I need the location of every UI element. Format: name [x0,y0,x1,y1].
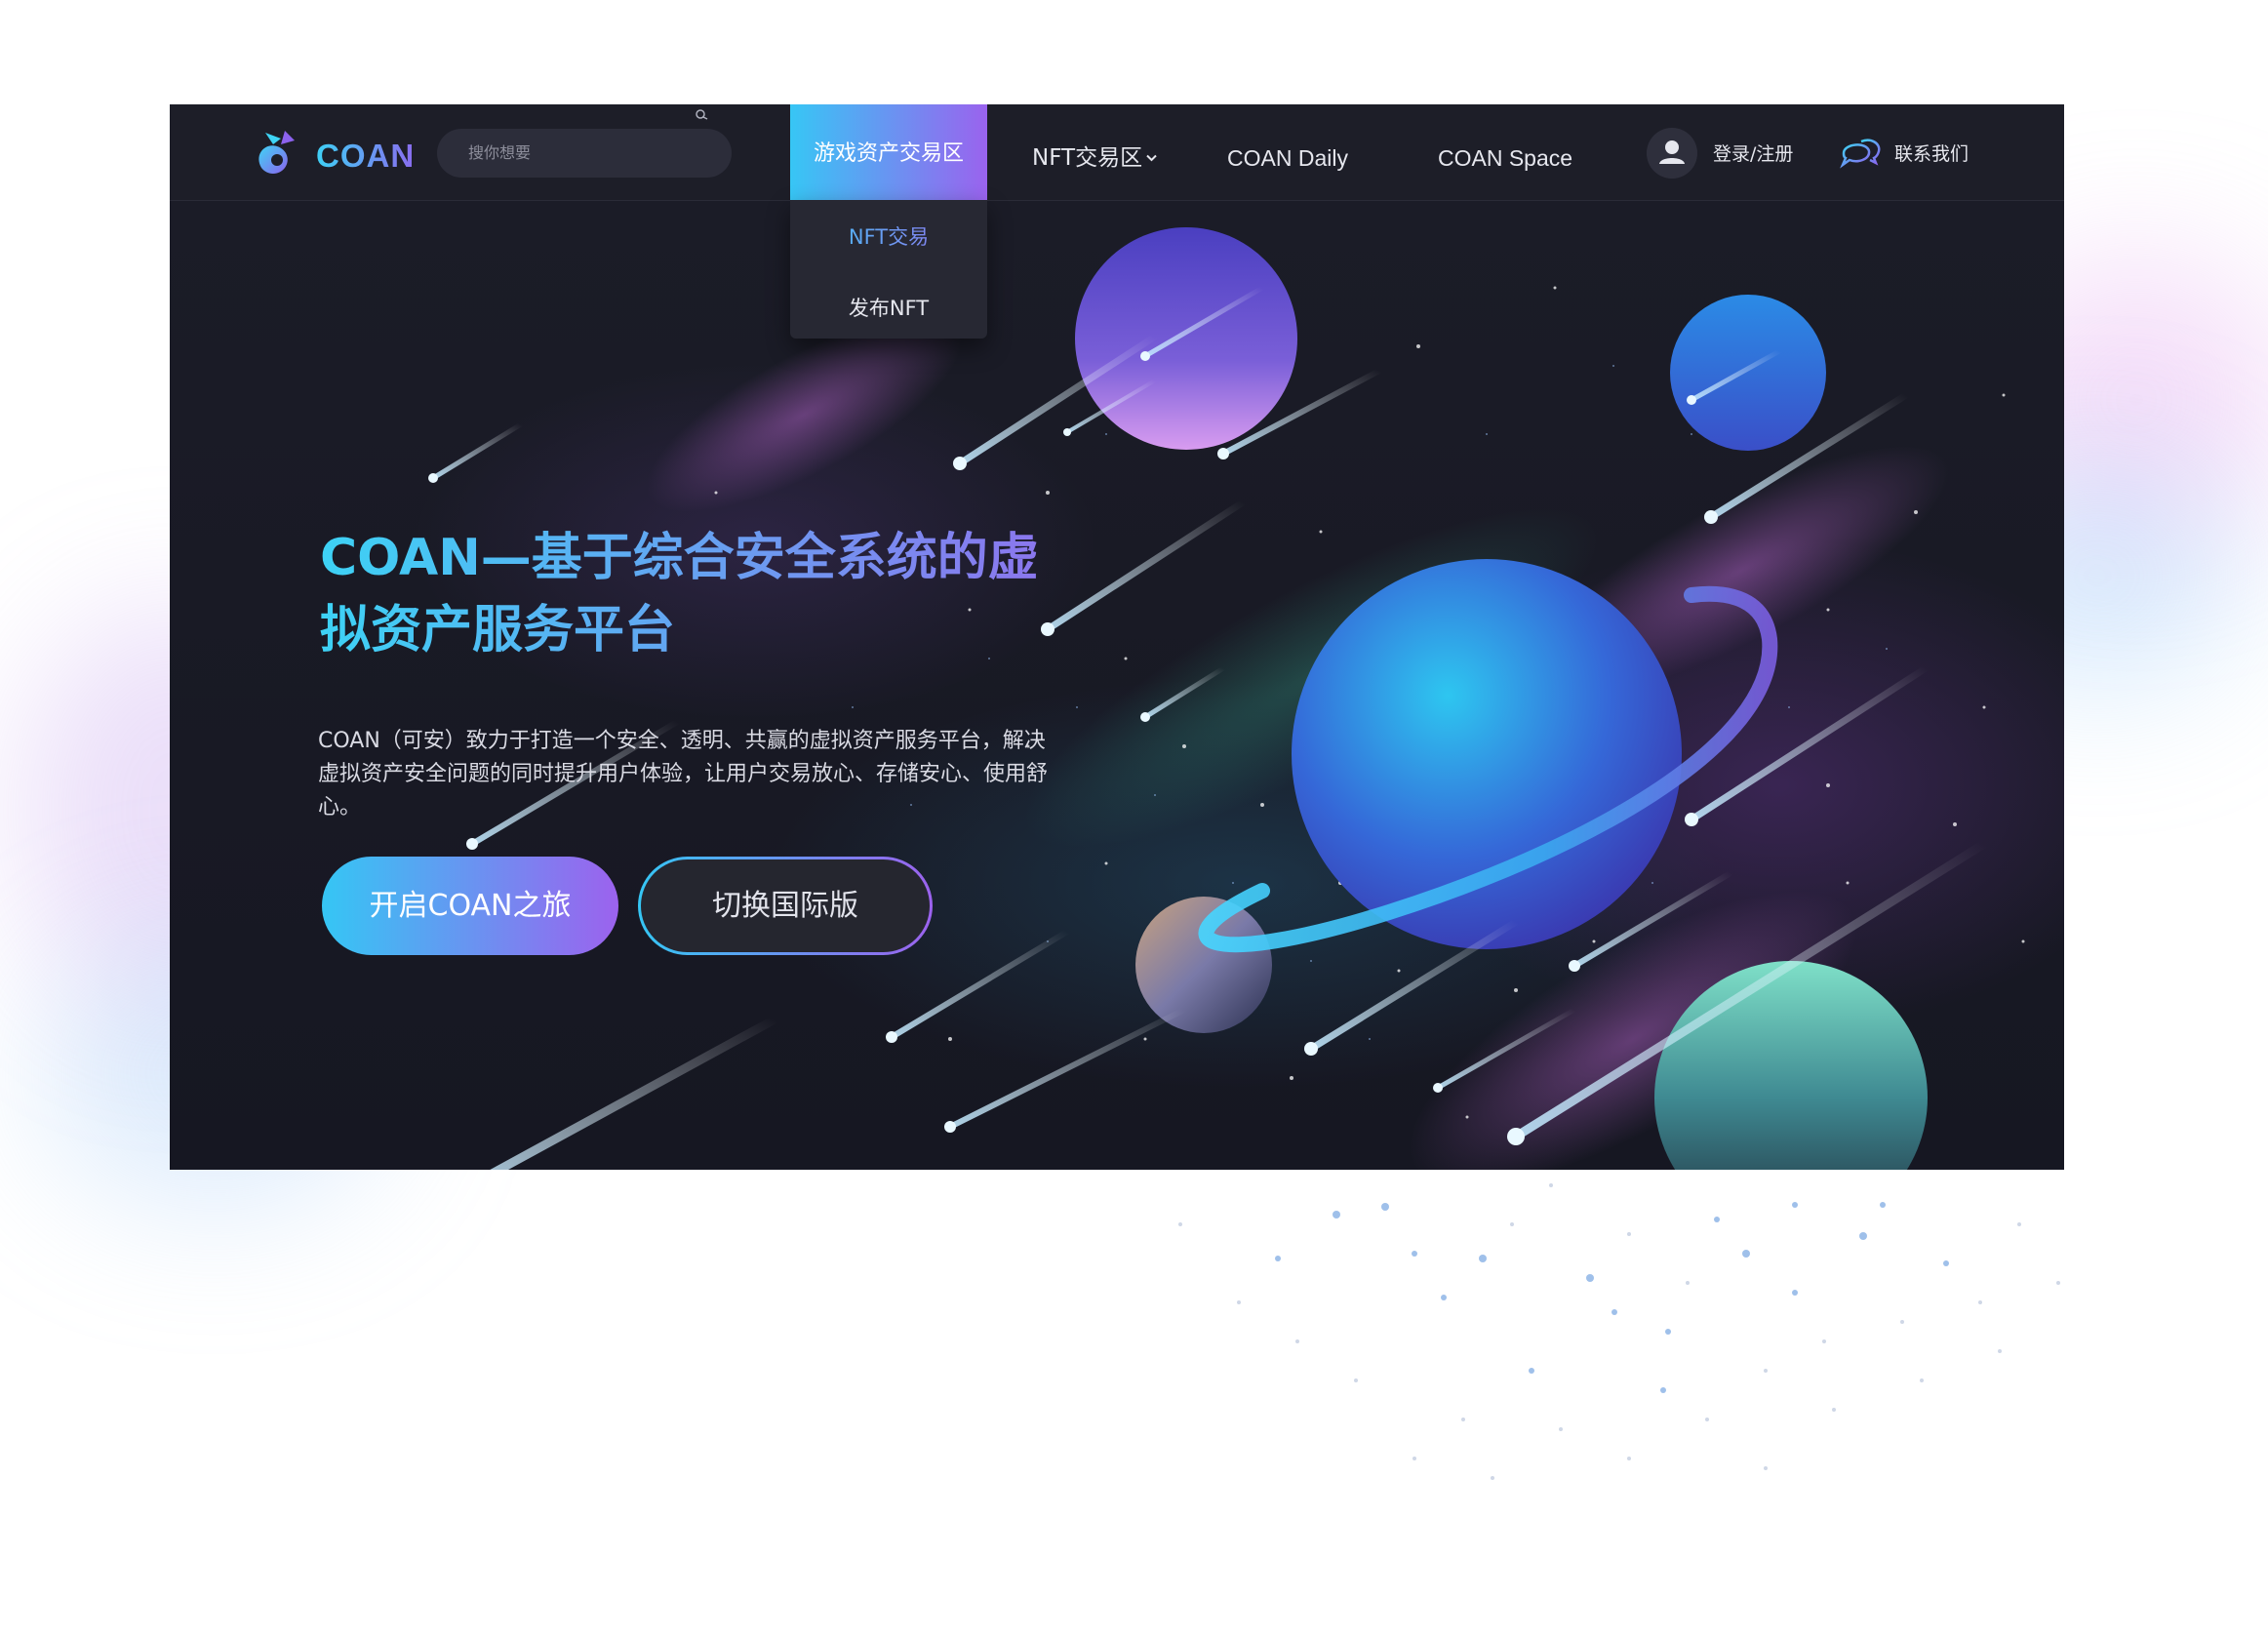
brand-name[interactable]: COAN [316,138,415,175]
search-input[interactable] [466,129,704,180]
chat-bubbles-icon[interactable] [1838,134,1883,173]
user-avatar-icon[interactable] [1647,128,1697,179]
hero-title: COAN—基于综合安全系统的虚 拟资产服务平台 [320,522,1061,666]
switch-international-button[interactable]: 切换国际版 [638,857,933,955]
hero-title-line-1: COAN—基于综合安全系统的虚 [320,529,1039,587]
login-register-link[interactable]: 登录/注册 [1713,140,1793,166]
stardust-decoration [1178,1183,2060,1480]
nav-nft-zone[interactable]: NFT交易区 [1032,104,1157,200]
nav-game-assets[interactable]: 游戏资产交易区 [790,104,987,200]
nav-nft-zone-label: NFT交易区 [1032,145,1143,171]
hero-title-line-2: 拟资产服务平台 [320,601,676,659]
dropdown-item-publish-nft[interactable]: 发布NFT [790,293,987,322]
start-journey-button[interactable]: 开启COAN之旅 [322,857,618,955]
search-icon[interactable] [693,108,712,120]
game-assets-dropdown: NFT交易 发布NFT [790,200,987,339]
dropdown-item-nft-trade[interactable]: NFT交易 [790,221,987,251]
contact-us-link[interactable]: 联系我们 [1894,140,1969,166]
website-window: COAN 游戏资产交易区 NFT交易区 COAN Daily COAN Spac… [170,104,2064,1170]
coan-logo-icon[interactable] [252,125,306,180]
switch-international-label: 切换国际版 [641,859,930,952]
chevron-down-icon [1146,154,1157,162]
space-illustration [428,227,2025,1170]
nav-coan-space[interactable]: COAN Space [1438,104,1572,200]
hero-description: COAN（可安）致力于打造一个安全、透明、共赢的虚拟资产服务平台，解决虚拟资产安… [318,729,1049,819]
top-navbar: COAN 游戏资产交易区 NFT交易区 COAN Daily COAN Spac… [170,104,2064,201]
search-box[interactable] [437,129,732,180]
nav-coan-daily[interactable]: COAN Daily [1227,104,1348,200]
